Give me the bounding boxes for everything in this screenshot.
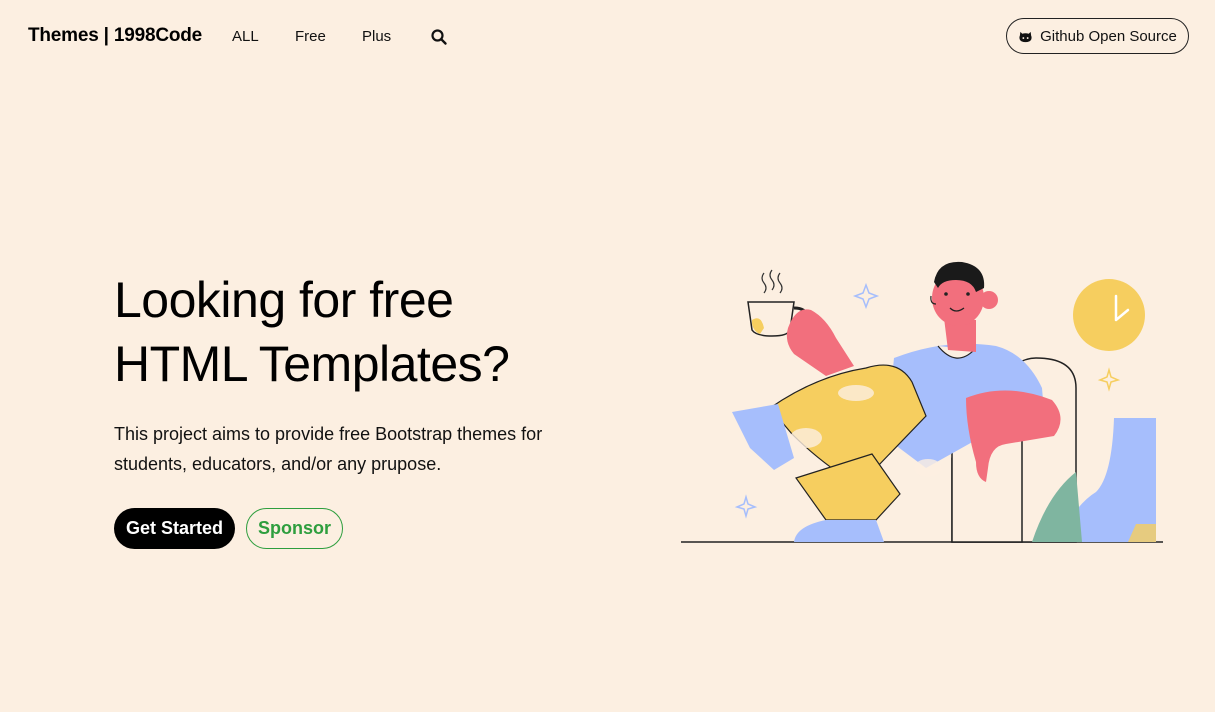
hero-description-line-1: This project aims to provide free Bootst… [114,424,543,444]
get-started-button[interactable]: Get Started [114,508,235,549]
hero-title-line-1: Looking for free [114,272,454,328]
search-icon[interactable] [430,28,448,46]
hero-title: Looking for free HTML Templates? [114,268,594,396]
brand-logo[interactable]: Themes | 1998Code [28,24,202,48]
sparkle-icon [852,282,880,310]
hero-description-line-2: students, educators, and/or any prupose. [114,454,442,474]
nav-link-free[interactable]: Free [295,27,326,47]
github-open-source-button[interactable]: Github Open Source [1006,18,1189,54]
nav-link-all[interactable]: ALL [232,27,259,47]
person-head [930,261,998,352]
clock-icon [1073,279,1145,351]
steam-lines [761,269,783,294]
hero-description: This project aims to provide free Bootst… [114,419,574,479]
navbar: Themes | 1998Code ALL Free Plus Github O… [0,0,1215,72]
sparkle-icon [734,494,758,519]
hero-title-line-2: HTML Templates? [114,336,510,392]
nav-link-plus[interactable]: Plus [362,27,391,47]
github-button-label: Github Open Source [1040,27,1177,45]
hero-illustration [681,261,1163,543]
hand [786,309,854,376]
sparkle-icon [1097,367,1121,392]
sponsor-button[interactable]: Sponsor [246,508,343,549]
github-icon [1019,31,1032,42]
